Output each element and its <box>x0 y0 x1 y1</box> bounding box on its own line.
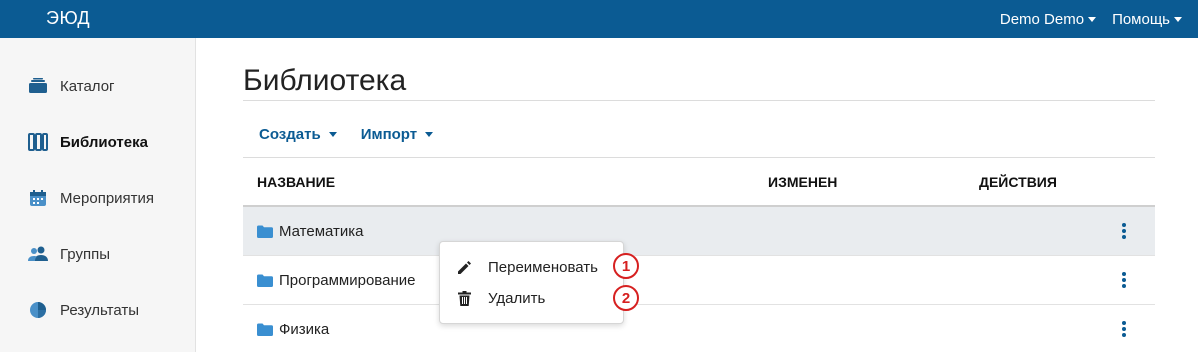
folder-icon <box>257 225 273 238</box>
sidebar-item-catalog[interactable]: Каталог <box>28 74 115 98</box>
caret-down-icon <box>1088 16 1097 22</box>
import-dropdown-button[interactable]: Импорт <box>360 126 434 143</box>
menu-item-delete[interactable]: Удалить <box>440 283 623 313</box>
row-name: Программирование <box>279 272 416 289</box>
row-context-menu: Переименовать Удалить <box>439 241 624 324</box>
calendar-icon <box>28 188 48 208</box>
sidebar-item-label: Мероприятия <box>60 189 155 207</box>
sidebar-item-label: Результаты <box>60 301 139 319</box>
app-logo[interactable]: ЭЮД <box>46 8 90 29</box>
table-header: НАЗВАНИЕ ИЗМЕНЕН ДЕЙСТВИЯ <box>243 158 1155 206</box>
table-row[interactable]: Программирование <box>243 256 1155 305</box>
user-menu-label: Demo Demo <box>999 10 1085 28</box>
top-navbar: ЭЮД Demo Demo Помощь <box>0 0 1198 38</box>
row-name: Математика <box>279 223 364 240</box>
sidebar-item-label: Библиотека <box>60 133 148 151</box>
folder-icon <box>257 274 273 287</box>
users-icon <box>28 244 48 264</box>
user-menu-dropdown[interactable]: Demo Demo <box>999 10 1097 28</box>
table-row[interactable]: Математика <box>243 207 1155 256</box>
title-divider <box>243 100 1155 101</box>
catalog-icon <box>28 76 48 96</box>
page-title: Библиотека <box>243 64 407 97</box>
annotation-marker-1: 1 <box>613 253 639 279</box>
main-content: Библиотека Создать Импорт НАЗВАНИЕ ИЗМЕН… <box>243 38 1155 352</box>
row-actions-kebab-icon[interactable] <box>1119 270 1129 290</box>
row-actions-kebab-icon[interactable] <box>1119 319 1129 339</box>
sidebar-item-library[interactable]: Библиотека <box>28 130 148 154</box>
trash-icon <box>456 290 472 306</box>
column-header-name[interactable]: НАЗВАНИЕ <box>257 174 335 190</box>
column-header-actions: ДЕЙСТВИЯ <box>979 174 1057 190</box>
sidebar: Каталог Библиотека Мероприятия Группы Ре… <box>0 38 196 352</box>
pencil-icon <box>456 259 472 275</box>
library-icon <box>28 132 48 152</box>
row-name: Физика <box>279 321 330 338</box>
row-name-cell[interactable]: Физика <box>257 321 329 338</box>
sidebar-item-label: Группы <box>60 245 110 263</box>
annotation-marker-2: 2 <box>613 285 639 311</box>
sidebar-item-groups[interactable]: Группы <box>28 242 110 266</box>
sidebar-item-events[interactable]: Мероприятия <box>28 186 154 210</box>
sidebar-item-results[interactable]: Результаты <box>28 298 139 322</box>
sidebar-item-label: Каталог <box>60 77 115 95</box>
caret-down-icon <box>1174 16 1182 22</box>
create-dropdown-button[interactable]: Создать <box>259 126 337 143</box>
folder-icon <box>257 323 273 336</box>
pie-chart-icon <box>28 300 48 320</box>
caret-down-icon <box>425 132 434 137</box>
toolbar: Создать Импорт <box>259 126 434 143</box>
menu-item-label: Удалить <box>488 289 546 307</box>
create-label: Создать <box>259 126 321 143</box>
help-menu-label: Помощь <box>1112 10 1170 28</box>
menu-item-rename[interactable]: Переименовать <box>440 252 623 282</box>
caret-down-icon <box>328 132 337 137</box>
help-menu-dropdown[interactable]: Помощь <box>1112 11 1182 28</box>
import-label: Импорт <box>360 126 418 143</box>
row-name-cell[interactable]: Программирование <box>257 272 415 289</box>
column-header-modified[interactable]: ИЗМЕНЕН <box>768 174 837 190</box>
navbar-right: Demo Demo Помощь <box>1000 0 1182 38</box>
menu-item-label: Переименовать <box>488 258 598 276</box>
table-row[interactable]: Физика <box>243 305 1155 352</box>
row-actions-kebab-icon[interactable] <box>1119 221 1129 241</box>
row-name-cell[interactable]: Математика <box>257 223 364 240</box>
